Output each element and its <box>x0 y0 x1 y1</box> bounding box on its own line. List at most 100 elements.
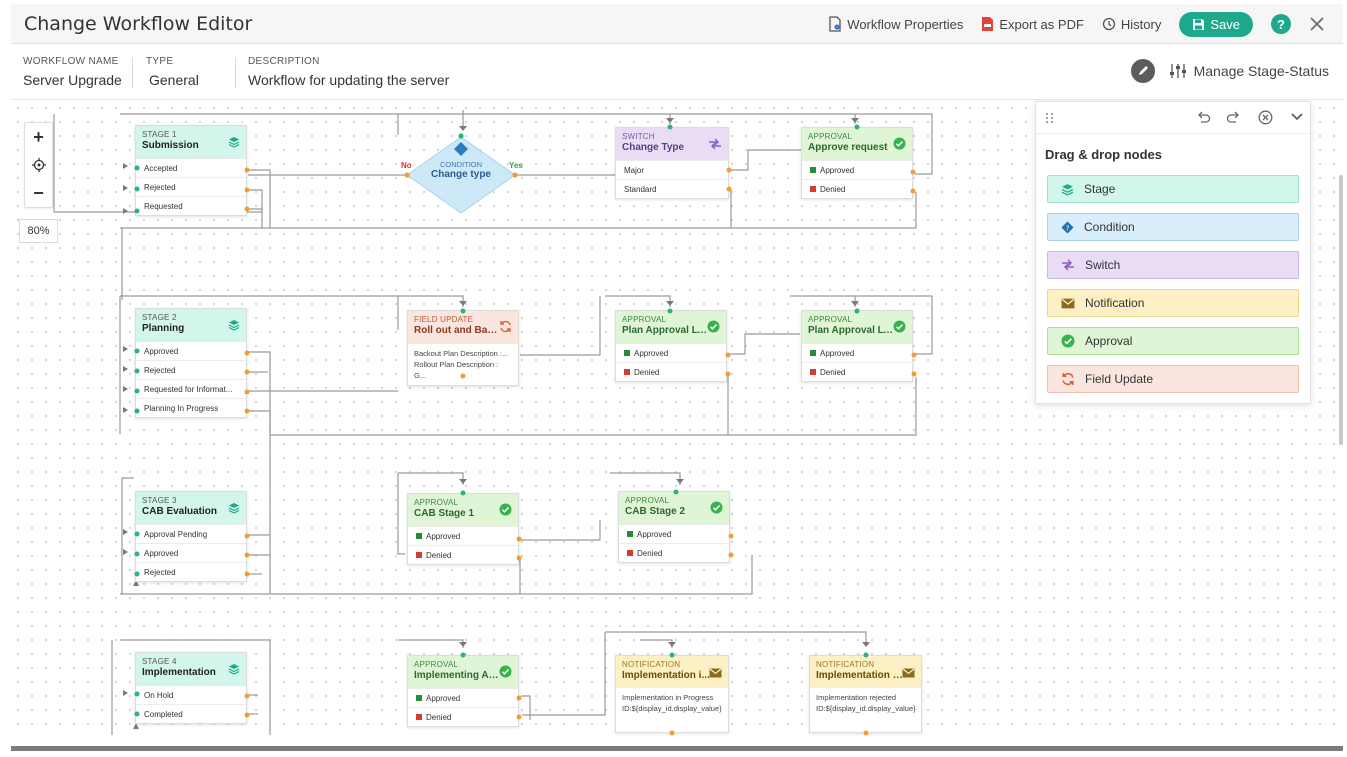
palette-item-notification[interactable]: Notification <box>1047 289 1299 317</box>
chevron-down-icon[interactable] <box>1291 113 1303 121</box>
approved-row[interactable]: Approved <box>616 343 726 362</box>
help-button[interactable]: ? <box>1271 14 1291 34</box>
drag-handle-icon[interactable] <box>1045 112 1055 124</box>
workflow-type-value: General <box>149 72 199 88</box>
save-label: Save <box>1210 16 1240 32</box>
approved-row[interactable]: Approved <box>619 524 729 543</box>
status-row[interactable]: Completed <box>136 704 246 723</box>
zoom-out-button[interactable]: − <box>25 179 52 207</box>
approval-icon <box>499 665 512 683</box>
stage-icon <box>228 501 240 519</box>
approved-row[interactable]: Approved <box>408 526 518 545</box>
node-name: Roll out and Back... <box>414 325 502 336</box>
approval-node-plan-lvl1[interactable]: APPROVAL Plan Approval LVL 1 Approved De… <box>615 310 727 382</box>
node-type: NOTIFICATION <box>816 660 875 669</box>
field-update-node[interactable]: FIELD UPDATE Roll out and Back... Backou… <box>407 310 519 386</box>
status-row[interactable]: Requested for Informat... <box>136 379 246 398</box>
notification-node-rejected[interactable]: NOTIFICATION Implementation R... Impleme… <box>809 655 922 733</box>
workflow-properties-button[interactable]: Workflow Properties <box>828 16 963 32</box>
horizontal-scrollbar[interactable] <box>11 746 1343 751</box>
node-type: STAGE 3 <box>142 496 177 505</box>
denied-row[interactable]: Denied <box>616 362 726 381</box>
palette-item-label: Approval <box>1085 334 1133 348</box>
denied-row[interactable]: Denied <box>802 179 912 198</box>
approval-node-plan-lvl2[interactable]: APPROVAL Plan Approval LVL 2 Approved De… <box>801 310 913 382</box>
workflow-description-value: Workflow for updating the server <box>248 72 450 88</box>
node-type: FIELD UPDATE <box>414 315 474 324</box>
manage-stage-status-button[interactable]: Manage Stage-Status <box>1169 63 1329 79</box>
save-button[interactable]: Save <box>1179 11 1253 37</box>
status-row[interactable]: Approval Pending <box>136 524 246 543</box>
approved-row[interactable]: Approved <box>408 688 518 707</box>
condition-node[interactable]: CONDITION Change type <box>420 158 502 180</box>
workflow-description-label: DESCRIPTION <box>248 56 320 67</box>
stage-node-cab-evaluation[interactable]: STAGE 3 CAB Evaluation Approval Pending … <box>135 491 247 582</box>
node-name: Plan Approval LVL 2 <box>808 325 896 336</box>
clear-icon[interactable] <box>1258 110 1273 125</box>
denied-row[interactable]: Denied <box>619 543 729 562</box>
denied-row[interactable]: Denied <box>802 362 912 381</box>
edit-workflow-button[interactable] <box>1131 59 1155 83</box>
export-pdf-label: Export as PDF <box>999 16 1084 32</box>
switch-case-row[interactable]: Major <box>616 160 728 179</box>
stage-node-implementation[interactable]: STAGE 4 Implementation On Hold Completed <box>135 652 247 724</box>
status-row[interactable]: Approved <box>136 543 246 562</box>
status-row[interactable]: On Hold <box>136 685 246 704</box>
approval-node-cab-stage-2[interactable]: APPROVAL CAB Stage 2 Approved Denied <box>618 491 730 563</box>
notification-node-in-progress[interactable]: NOTIFICATION Implementation i... Impleme… <box>615 655 729 733</box>
approved-row[interactable]: Approved <box>802 160 912 179</box>
status-row[interactable]: Accepted <box>136 158 246 177</box>
history-button[interactable]: History <box>1102 17 1161 32</box>
status-row[interactable]: Approved <box>136 341 246 360</box>
document-gear-icon <box>828 16 842 32</box>
workflow-name-value: Server Upgrade <box>23 72 122 88</box>
palette-title: Drag & drop nodes <box>1045 147 1163 162</box>
approval-node-cab-stage-1[interactable]: APPROVAL CAB Stage 1 Approved Denied <box>407 493 519 565</box>
node-type: STAGE 2 <box>142 313 177 322</box>
palette-item-switch[interactable]: Switch <box>1047 251 1299 279</box>
switch-icon <box>1061 259 1075 271</box>
status-row[interactable]: Planning In Progress <box>136 398 246 417</box>
denied-row[interactable]: Denied <box>408 707 518 726</box>
palette-item-approval[interactable]: Approval <box>1047 327 1299 355</box>
zoom-in-button[interactable]: + <box>25 123 52 151</box>
redo-icon[interactable] <box>1226 110 1241 124</box>
status-row[interactable]: Rejected <box>136 360 246 379</box>
palette-item-label: Notification <box>1085 296 1145 310</box>
palette-toolbar <box>1036 102 1310 134</box>
palette-item-condition[interactable]: ? Condition <box>1047 213 1299 241</box>
envelope-icon <box>709 665 722 683</box>
field-update-icon <box>1061 372 1075 386</box>
palette-item-label: Field Update <box>1085 372 1154 386</box>
status-row[interactable]: Rejected <box>136 177 246 196</box>
vertical-scrollbar[interactable] <box>1339 175 1343 445</box>
status-row[interactable]: Rejected <box>136 562 246 581</box>
node-type: APPROVAL <box>625 496 670 505</box>
undo-icon[interactable] <box>1196 110 1211 124</box>
palette-item-stage[interactable]: Stage <box>1047 175 1299 203</box>
sliders-icon <box>1169 63 1187 79</box>
palette-item-field-update[interactable]: Field Update <box>1047 365 1299 393</box>
denied-row[interactable]: Denied <box>408 545 518 564</box>
node-type: NOTIFICATION <box>622 660 681 669</box>
approval-node-approve-request[interactable]: APPROVAL Approve request Approved Denied <box>801 127 913 199</box>
notification-line: Implementation in Progress <box>622 693 714 702</box>
condition-icon: ? <box>1061 220 1074 234</box>
stage-node-submission[interactable]: STAGE 1 Submission Accepted Rejected Req… <box>135 125 247 216</box>
field-update-details: Backout Plan Description :... Rollout Pl… <box>408 343 518 385</box>
workflow-type-field: TYPE General <box>146 56 199 88</box>
recenter-button[interactable] <box>25 151 52 179</box>
export-pdf-button[interactable]: Export as PDF <box>981 16 1084 32</box>
stage-node-planning[interactable]: STAGE 2 Planning Approved Rejected Reque… <box>135 308 247 418</box>
field-update-line: Backout Plan Description :... <box>414 349 509 358</box>
switch-case-row[interactable]: Standard <box>616 179 728 198</box>
close-icon[interactable] <box>1309 16 1325 32</box>
field-update-line: Rollout Plan Description : G... <box>414 360 499 380</box>
approved-row[interactable]: Approved <box>802 343 912 362</box>
crosshair-icon <box>31 157 47 173</box>
node-palette: Drag & drop nodes Stage ? Condition Swit… <box>1035 101 1311 404</box>
status-row[interactable]: Requested <box>136 196 246 215</box>
switch-node-change-type[interactable]: SWITCH Change Type Major Standard <box>615 127 729 199</box>
approval-node-implementing[interactable]: APPROVAL Implementing Ap... Approved Den… <box>407 655 519 727</box>
node-name: CAB Stage 1 <box>414 508 475 519</box>
